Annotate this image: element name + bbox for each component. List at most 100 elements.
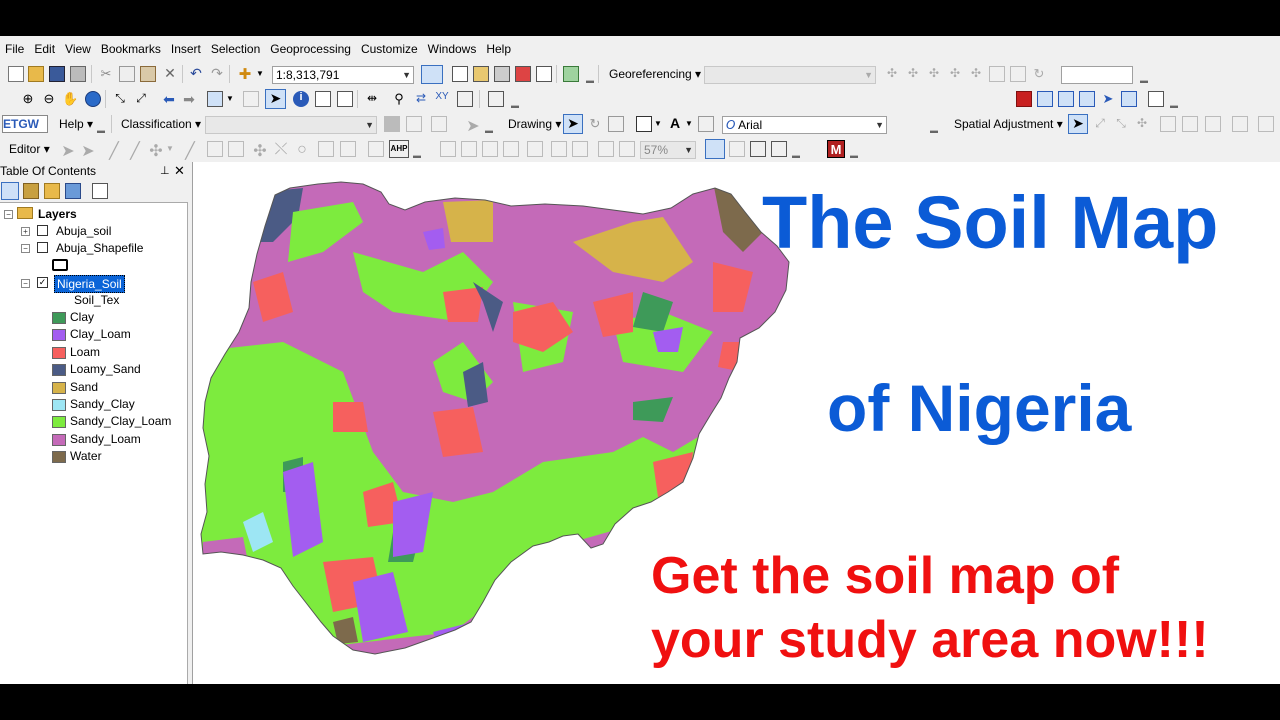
model-builder-icon[interactable] [563, 66, 579, 82]
rubbersheet-icon[interactable] [1258, 116, 1274, 132]
select-dropdown-icon[interactable]: ▼ [226, 91, 234, 107]
menu-file[interactable]: File [0, 40, 29, 58]
clear-selection-icon[interactable] [243, 91, 259, 107]
classification-menu[interactable]: Classification ▾ [121, 116, 201, 132]
collapse-abuja-shapefile-icon[interactable]: − [21, 244, 30, 253]
modify-link-icon[interactable]: ⤡ [1113, 116, 1129, 132]
layer-abuja-shapefile[interactable]: Abuja_Shapefile [56, 240, 143, 256]
legend-swatch[interactable] [52, 346, 66, 359]
cut-polygons-icon[interactable] [228, 141, 244, 157]
layout-zoom-combo[interactable]: 57% ▼ [640, 141, 696, 159]
create-viewer-window-icon[interactable] [488, 91, 504, 107]
legend-swatch[interactable] [52, 381, 66, 394]
toc-options-icon[interactable] [92, 183, 108, 199]
zoom-in-icon[interactable]: ⊕ [20, 91, 36, 107]
menu-windows[interactable]: Windows [423, 40, 482, 58]
table-of-contents-window-icon[interactable] [452, 66, 468, 82]
class-select-icon[interactable]: ➤ [465, 116, 481, 135]
pan-icon[interactable]: ✋ [62, 91, 78, 107]
edit-vertices-icon[interactable]: ╱ [182, 141, 198, 160]
layers-root-label[interactable]: Layers [38, 206, 77, 222]
endpoint-arc-icon[interactable]: ╱ [127, 141, 143, 160]
viewer-icon[interactable] [989, 66, 1005, 82]
layout-zoom-out-icon[interactable] [461, 141, 477, 157]
abuja-shapefile-symbol[interactable] [52, 259, 68, 271]
new-document-icon[interactable] [8, 66, 24, 82]
time-slider-icon[interactable] [457, 91, 473, 107]
rotate-feature-icon[interactable]: ⤬ [273, 141, 289, 158]
zoom-to-selected-icon[interactable] [608, 116, 624, 132]
close-icon[interactable]: ✕ [174, 162, 185, 180]
edge-match-icon[interactable] [1232, 116, 1248, 132]
search-window-icon[interactable] [494, 66, 510, 82]
identify-icon[interactable]: i [293, 91, 309, 107]
font-combo[interactable]: 𝘖 Arial ▼ [722, 116, 887, 134]
list-by-selection-icon[interactable] [65, 183, 81, 199]
map-scale-combo[interactable]: 1:8,313,791 ▼ [272, 66, 414, 84]
go-forward-extent-icon[interactable] [619, 141, 635, 157]
layer-tool-4-icon[interactable]: ➤ [1100, 91, 1116, 107]
open-folder-icon[interactable] [28, 66, 44, 82]
edit-annotation-icon[interactable]: ➤ [80, 141, 96, 160]
menu-selection[interactable]: Selection [206, 40, 265, 58]
etgw-logo[interactable]: ETGW [2, 115, 48, 133]
toolbar-grip-icon[interactable]: ▬ [930, 126, 938, 135]
legend-swatch[interactable] [52, 433, 66, 446]
layer-tool-3-icon[interactable] [1079, 91, 1095, 107]
menu-edit[interactable]: Edit [29, 40, 60, 58]
layer-tool-6-icon[interactable] [1148, 91, 1164, 107]
callout-icon[interactable] [698, 116, 714, 132]
expand-abuja-soil-icon[interactable]: + [21, 227, 30, 236]
georeferencing-menu[interactable]: Georeferencing ▾ [609, 66, 701, 82]
arctoolbox-icon[interactable] [515, 66, 531, 82]
sketch-properties-icon[interactable] [318, 141, 334, 157]
toolbar-grip-icon[interactable]: ▬ [792, 151, 800, 160]
menu-customize[interactable]: Customize [356, 40, 423, 58]
reshape-icon[interactable] [207, 141, 223, 157]
fixed-zoom-out-icon[interactable]: ⤢ [133, 91, 149, 107]
legend-label[interactable]: Sandy_Clay [70, 396, 135, 412]
legend-swatch[interactable] [52, 329, 66, 342]
layer-nigeria-soil[interactable]: Nigeria_Soil [54, 275, 125, 293]
find-route-icon[interactable]: ⇄ [413, 91, 429, 107]
undo-icon[interactable]: ↶ [188, 65, 204, 81]
control-points-icon[interactable]: ✣ [884, 66, 900, 82]
find-binoculars-icon[interactable]: ⚲ [391, 91, 407, 107]
list-by-visibility-icon[interactable] [44, 183, 60, 199]
legend-swatch[interactable] [52, 364, 66, 377]
pin-icon[interactable]: ⊥ [160, 162, 170, 180]
change-layout-icon[interactable] [750, 141, 766, 157]
georeferencing-layer-combo[interactable]: ▼ [704, 66, 876, 84]
select-features-icon[interactable] [207, 91, 223, 107]
layer-tool-5-icon[interactable] [1121, 91, 1137, 107]
menu-view[interactable]: View [60, 40, 96, 58]
collapse-layers-icon[interactable]: − [4, 210, 13, 219]
fixed-zoom-out-layout-icon[interactable] [572, 141, 588, 157]
attributes-icon[interactable]: ○ [294, 141, 310, 158]
layout-pan-icon[interactable] [482, 141, 498, 157]
copy-icon[interactable] [119, 66, 135, 82]
menu-help[interactable]: Help [481, 40, 516, 58]
legend-label[interactable]: Loam [70, 344, 100, 360]
collapse-nigeria-soil-icon[interactable]: − [21, 279, 30, 288]
link-table-icon[interactable] [1010, 66, 1026, 82]
abuja-soil-checkbox[interactable] [37, 225, 48, 236]
legend-label[interactable]: Sandy_Loam [70, 431, 141, 447]
toolbar-grip-icon[interactable]: ▬ [511, 101, 519, 110]
histogram-icon[interactable] [431, 116, 447, 132]
trace-icon[interactable]: ✣ [148, 141, 164, 160]
legend-label[interactable]: Sand [70, 379, 98, 395]
new-displacement-link-icon[interactable]: ⤢ [1092, 116, 1108, 132]
fixed-zoom-in-icon[interactable]: ⤡ [112, 91, 128, 107]
preview-window-icon[interactable] [1182, 116, 1198, 132]
rectangle-icon[interactable] [636, 116, 652, 132]
zoom-whole-page-icon[interactable] [503, 141, 519, 157]
save-icon[interactable] [49, 66, 65, 82]
toolbar-grip-icon[interactable]: ▬ [850, 151, 858, 160]
snapping-icon[interactable] [368, 141, 384, 157]
m-tool-icon[interactable]: M [827, 140, 845, 158]
full-extent-icon[interactable] [85, 91, 101, 107]
layer-tool-2-icon[interactable] [1058, 91, 1074, 107]
catalog-window-icon[interactable] [473, 66, 489, 82]
training-sample-icon[interactable] [406, 116, 422, 132]
